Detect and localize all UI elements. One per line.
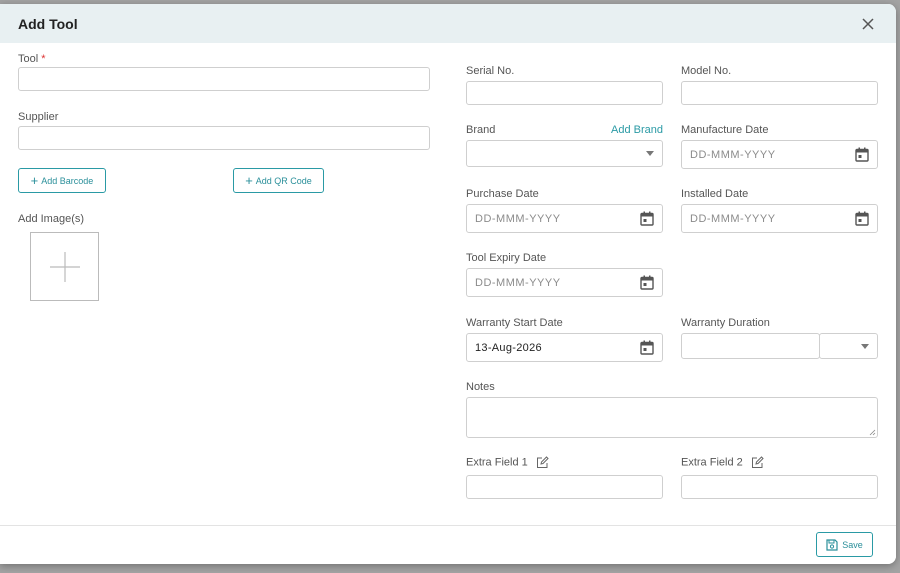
close-button[interactable] xyxy=(858,14,878,34)
add-barcode-label: Add Barcode xyxy=(41,175,94,186)
brand-label: Brand xyxy=(466,124,496,136)
calendar-icon[interactable] xyxy=(855,147,869,162)
calendar-icon[interactable] xyxy=(640,340,654,355)
extra-field-2-label-text: Extra Field 2 xyxy=(681,456,743,469)
extra-field-1-label: Extra Field 1 xyxy=(466,456,549,469)
modal-header: Add Tool xyxy=(0,4,896,43)
calendar-icon[interactable] xyxy=(640,275,654,290)
resize-handle-icon[interactable] xyxy=(869,429,876,436)
notes-label: Notes xyxy=(466,381,495,393)
plus-icon: + xyxy=(30,173,39,188)
model-no-label: Model No. xyxy=(681,65,732,77)
add-image-box[interactable] xyxy=(30,232,99,301)
tool-expiry-date-label: Tool Expiry Date xyxy=(466,252,547,264)
notes-textarea[interactable] xyxy=(466,397,878,438)
add-images-label: Add Image(s) xyxy=(18,213,85,225)
extra-field-1-input[interactable] xyxy=(466,475,663,499)
manufacture-date-placeholder: DD-MMM-YYYY xyxy=(690,148,776,161)
extra-field-1-label-text: Extra Field 1 xyxy=(466,456,528,469)
model-no-input[interactable] xyxy=(681,81,878,105)
save-button[interactable]: Save xyxy=(816,532,873,557)
tool-expiry-date-placeholder: DD-MMM-YYYY xyxy=(475,276,561,289)
save-icon xyxy=(826,538,838,551)
warranty-start-date-value: 13-Aug-2026 xyxy=(475,341,542,354)
chevron-down-icon xyxy=(646,151,654,156)
plus-icon xyxy=(49,251,80,282)
serial-no-input[interactable] xyxy=(466,81,663,105)
add-qr-label: Add QR Code xyxy=(255,175,312,186)
supplier-label: Supplier xyxy=(18,111,59,123)
calendar-icon[interactable] xyxy=(855,211,869,226)
calendar-icon[interactable] xyxy=(640,211,654,226)
warranty-start-date-input[interactable]: 13-Aug-2026 xyxy=(466,333,663,362)
add-tool-modal: Add Tool Tool * Supplier + Add Barcode + … xyxy=(0,4,896,564)
extra-field-2-input[interactable] xyxy=(681,475,878,499)
manufacture-date-label: Manufacture Date xyxy=(681,124,769,136)
supplier-input[interactable] xyxy=(18,126,430,150)
modal-body: Tool * Supplier + Add Barcode + Add QR Co… xyxy=(0,43,896,525)
tool-expiry-date-input[interactable]: DD-MMM-YYYY xyxy=(466,268,663,297)
edit-icon[interactable] xyxy=(751,456,764,469)
modal-title: Add Tool xyxy=(18,15,78,32)
installed-date-placeholder: DD-MMM-YYYY xyxy=(690,212,776,225)
warranty-duration-unit-select[interactable] xyxy=(819,333,878,359)
installed-date-label: Installed Date xyxy=(681,188,749,200)
add-qr-code-button[interactable]: + Add QR Code xyxy=(233,168,324,193)
brand-select[interactable] xyxy=(466,140,663,167)
chevron-down-icon xyxy=(861,343,869,349)
edit-icon[interactable] xyxy=(536,456,549,469)
tool-label-text: Tool xyxy=(18,53,39,65)
required-marker: * xyxy=(41,53,46,65)
tool-input[interactable] xyxy=(18,67,430,91)
add-brand-link[interactable]: Add Brand xyxy=(611,124,663,136)
purchase-date-label: Purchase Date xyxy=(466,188,539,200)
add-barcode-button[interactable]: + Add Barcode xyxy=(18,168,106,193)
purchase-date-placeholder: DD-MMM-YYYY xyxy=(475,212,561,225)
purchase-date-input[interactable]: DD-MMM-YYYY xyxy=(466,204,663,233)
tool-label: Tool * xyxy=(18,53,45,65)
modal-footer: Save xyxy=(0,525,896,564)
warranty-duration-label: Warranty Duration xyxy=(681,317,770,329)
close-icon xyxy=(862,17,874,30)
warranty-start-date-label: Warranty Start Date xyxy=(466,317,563,329)
warranty-duration-input[interactable] xyxy=(681,333,820,359)
save-button-label: Save xyxy=(842,539,863,550)
extra-field-2-label: Extra Field 2 xyxy=(681,456,764,469)
manufacture-date-input[interactable]: DD-MMM-YYYY xyxy=(681,140,878,169)
serial-no-label: Serial No. xyxy=(466,65,515,77)
installed-date-input[interactable]: DD-MMM-YYYY xyxy=(681,204,878,233)
plus-icon: + xyxy=(245,173,253,188)
